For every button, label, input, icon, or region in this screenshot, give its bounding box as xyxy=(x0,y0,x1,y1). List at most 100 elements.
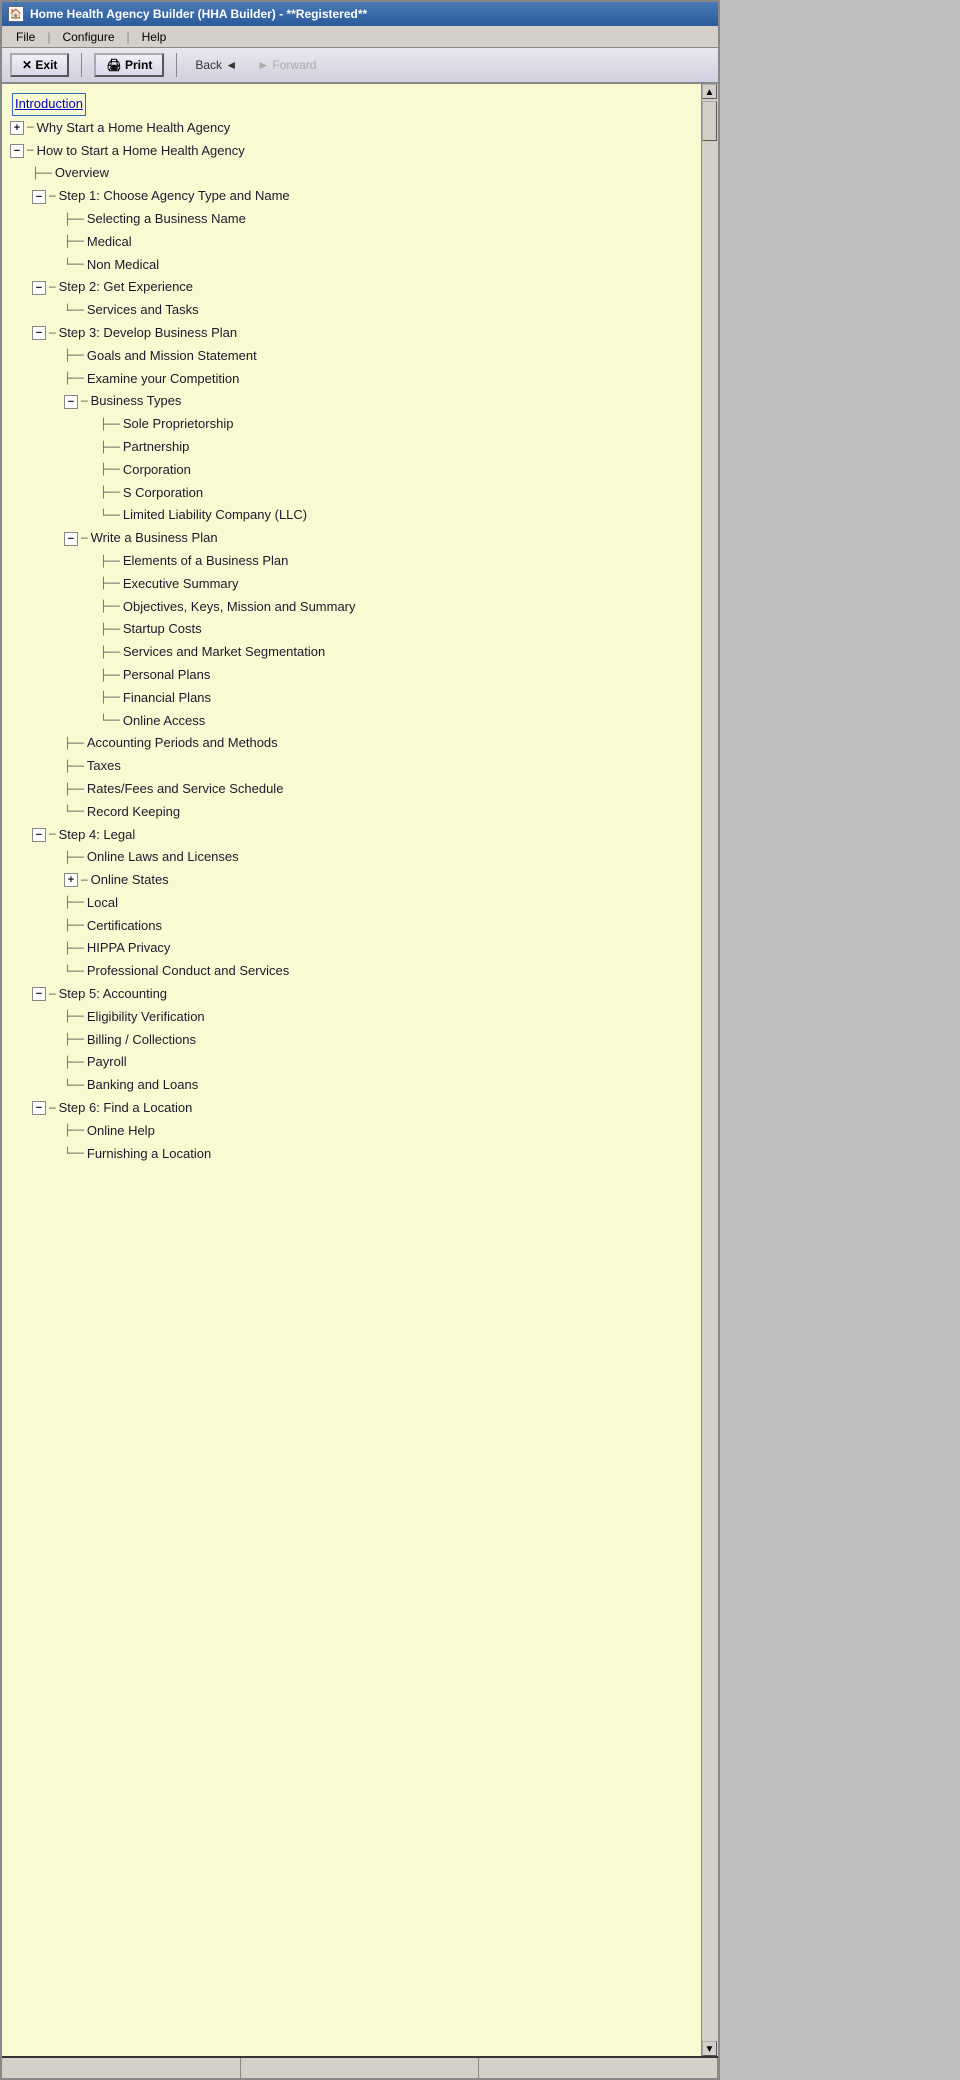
corporation-label[interactable]: Corporation xyxy=(122,460,192,481)
step2-label[interactable]: Step 2: Get Experience xyxy=(58,277,194,298)
step1-label[interactable]: Step 1: Choose Agency Type and Name xyxy=(58,186,291,207)
step6-label[interactable]: Step 6: Find a Location xyxy=(58,1098,194,1119)
tree-item-online-laws[interactable]: ├── Online Laws and Licenses xyxy=(64,846,710,869)
certifications-label[interactable]: Certifications xyxy=(86,916,163,937)
overview-label[interactable]: Overview xyxy=(54,163,110,184)
financial-plans-label[interactable]: Financial Plans xyxy=(122,688,212,709)
tree-item-record-keeping[interactable]: └── Record Keeping xyxy=(64,801,710,824)
how-start-label[interactable]: How to Start a Home Health Agency xyxy=(36,141,246,162)
eligibility-label[interactable]: Eligibility Verification xyxy=(86,1007,206,1028)
content-area[interactable]: Introduction + ─ Why Start a Home Health… xyxy=(2,84,718,2056)
online-laws-label[interactable]: Online Laws and Licenses xyxy=(86,847,240,868)
tree-item-financial-plans[interactable]: ├── Financial Plans xyxy=(100,687,710,710)
forward-button[interactable]: ► Forward xyxy=(251,56,322,74)
business-types-label[interactable]: Business Types xyxy=(90,391,183,412)
step6-expand[interactable]: − xyxy=(32,1101,46,1115)
banking-label[interactable]: Banking and Loans xyxy=(86,1075,199,1096)
tree-item-billing[interactable]: ├── Billing / Collections xyxy=(64,1029,710,1052)
menu-file[interactable]: File xyxy=(8,29,43,45)
sole-proprietorship-label[interactable]: Sole Proprietorship xyxy=(122,414,235,435)
step1-expand[interactable]: − xyxy=(32,190,46,204)
tree-item-local[interactable]: ├── Local xyxy=(64,892,710,915)
tree-item-online-help[interactable]: ├── Online Help xyxy=(64,1120,710,1143)
rates-fees-label[interactable]: Rates/Fees and Service Schedule xyxy=(86,779,285,800)
introduction-label[interactable]: Introduction xyxy=(12,93,86,116)
online-help-label[interactable]: Online Help xyxy=(86,1121,156,1142)
llc-label[interactable]: Limited Liability Company (LLC) xyxy=(122,505,308,526)
online-states-expand[interactable]: + xyxy=(64,873,78,887)
scroll-up-button[interactable]: ▲ xyxy=(702,84,717,99)
step5-label[interactable]: Step 5: Accounting xyxy=(58,984,168,1005)
tree-item-services-tasks[interactable]: └── Services and Tasks xyxy=(64,299,710,322)
tree-item-how-start[interactable]: − ─ How to Start a Home Health Agency xyxy=(10,140,710,163)
step3-expand[interactable]: − xyxy=(32,326,46,340)
tree-item-step3[interactable]: − ─ Step 3: Develop Business Plan xyxy=(32,322,710,345)
scroll-thumb[interactable] xyxy=(702,101,717,141)
online-access-label[interactable]: Online Access xyxy=(122,711,206,732)
business-types-expand[interactable]: − xyxy=(64,395,78,409)
back-button[interactable]: Back ◄ xyxy=(189,56,243,74)
tree-item-non-medical[interactable]: └── Non Medical xyxy=(64,254,710,277)
tree-item-overview[interactable]: ├── Overview xyxy=(32,162,710,185)
record-keeping-label[interactable]: Record Keeping xyxy=(86,802,181,823)
medical-label[interactable]: Medical xyxy=(86,232,133,253)
scroll-down-button[interactable]: ▼ xyxy=(702,2041,717,2056)
tree-item-step4[interactable]: − ─ Step 4: Legal xyxy=(32,824,710,847)
tree-item-step1[interactable]: − ─ Step 1: Choose Agency Type and Name xyxy=(32,185,710,208)
tree-item-llc[interactable]: └── Limited Liability Company (LLC) xyxy=(100,504,710,527)
tree-item-why-start[interactable]: + ─ Why Start a Home Health Agency xyxy=(10,117,710,140)
tree-item-partnership[interactable]: ├── Partnership xyxy=(100,436,710,459)
tree-item-objectives[interactable]: ├── Objectives, Keys, Mission and Summar… xyxy=(100,596,710,619)
tree-item-professional-conduct[interactable]: └── Professional Conduct and Services xyxy=(64,960,710,983)
print-button[interactable]: 🖨 Print xyxy=(94,53,164,77)
startup-costs-label[interactable]: Startup Costs xyxy=(122,619,203,640)
exit-button[interactable]: ✕ Exit xyxy=(10,53,69,77)
tree-item-corporation[interactable]: ├── Corporation xyxy=(100,459,710,482)
how-start-expand[interactable]: − xyxy=(10,144,24,158)
tree-item-goals-mission[interactable]: ├── Goals and Mission Statement xyxy=(64,345,710,368)
tree-item-introduction[interactable]: Introduction xyxy=(10,92,710,117)
goals-mission-label[interactable]: Goals and Mission Statement xyxy=(86,346,258,367)
tree-item-certifications[interactable]: ├── Certifications xyxy=(64,915,710,938)
executive-summary-label[interactable]: Executive Summary xyxy=(122,574,240,595)
hippa-label[interactable]: HIPPA Privacy xyxy=(86,938,172,959)
tree-item-accounting-periods[interactable]: ├── Accounting Periods and Methods xyxy=(64,732,710,755)
tree-item-furnishing[interactable]: └── Furnishing a Location xyxy=(64,1143,710,1166)
tree-item-hippa[interactable]: ├── HIPPA Privacy xyxy=(64,937,710,960)
step3-label[interactable]: Step 3: Develop Business Plan xyxy=(58,323,239,344)
tree-item-rates-fees[interactable]: ├── Rates/Fees and Service Schedule xyxy=(64,778,710,801)
billing-label[interactable]: Billing / Collections xyxy=(86,1030,197,1051)
tree-item-online-states[interactable]: + ─ Online States xyxy=(64,869,710,892)
tree-item-business-types[interactable]: − ─ Business Types xyxy=(64,390,710,413)
services-market-label[interactable]: Services and Market Segmentation xyxy=(122,642,326,663)
tree-item-services-market[interactable]: ├── Services and Market Segmentation xyxy=(100,641,710,664)
menu-configure[interactable]: Configure xyxy=(54,29,122,45)
partnership-label[interactable]: Partnership xyxy=(122,437,190,458)
step5-expand[interactable]: − xyxy=(32,987,46,1001)
tree-item-medical[interactable]: ├── Medical xyxy=(64,231,710,254)
tree-item-step5[interactable]: − ─ Step 5: Accounting xyxy=(32,983,710,1006)
furnishing-label[interactable]: Furnishing a Location xyxy=(86,1144,212,1165)
personal-plans-label[interactable]: Personal Plans xyxy=(122,665,211,686)
step2-expand[interactable]: − xyxy=(32,281,46,295)
menu-help[interactable]: Help xyxy=(134,29,175,45)
online-states-label[interactable]: Online States xyxy=(90,870,170,891)
tree-item-write-business-plan[interactable]: − ─ Write a Business Plan xyxy=(64,527,710,550)
step4-label[interactable]: Step 4: Legal xyxy=(58,825,137,846)
s-corporation-label[interactable]: S Corporation xyxy=(122,483,204,504)
tree-item-selecting-name[interactable]: ├── Selecting a Business Name xyxy=(64,208,710,231)
selecting-name-label[interactable]: Selecting a Business Name xyxy=(86,209,247,230)
tree-item-eligibility[interactable]: ├── Eligibility Verification xyxy=(64,1006,710,1029)
tree-item-executive-summary[interactable]: ├── Executive Summary xyxy=(100,573,710,596)
write-business-plan-expand[interactable]: − xyxy=(64,532,78,546)
tree-item-payroll[interactable]: ├── Payroll xyxy=(64,1051,710,1074)
professional-conduct-label[interactable]: Professional Conduct and Services xyxy=(86,961,290,982)
accounting-periods-label[interactable]: Accounting Periods and Methods xyxy=(86,733,279,754)
tree-item-personal-plans[interactable]: ├── Personal Plans xyxy=(100,664,710,687)
objectives-label[interactable]: Objectives, Keys, Mission and Summary xyxy=(122,597,357,618)
write-business-plan-label[interactable]: Write a Business Plan xyxy=(90,528,219,549)
elements-business-plan-label[interactable]: Elements of a Business Plan xyxy=(122,551,289,572)
tree-item-sole-proprietorship[interactable]: ├── Sole Proprietorship xyxy=(100,413,710,436)
tree-item-elements-business-plan[interactable]: ├── Elements of a Business Plan xyxy=(100,550,710,573)
tree-item-startup-costs[interactable]: ├── Startup Costs xyxy=(100,618,710,641)
